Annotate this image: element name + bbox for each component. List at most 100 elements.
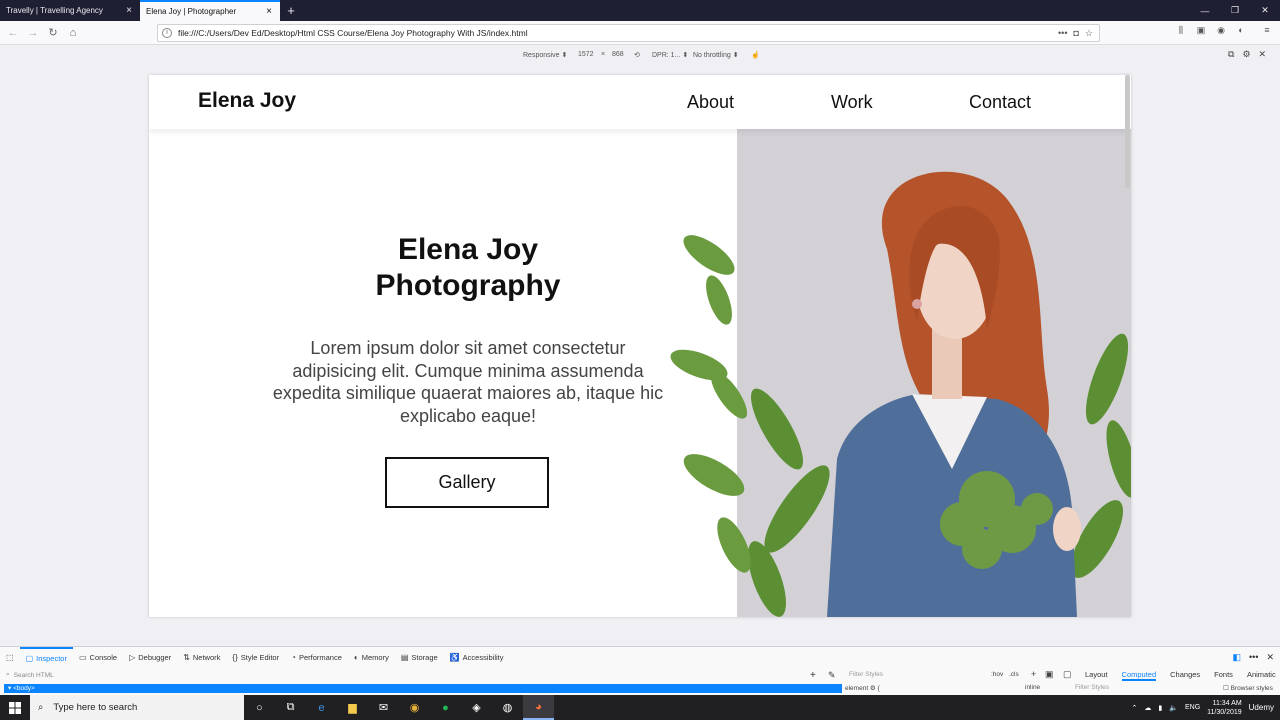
- element-brace: {: [877, 685, 880, 692]
- extension-icon[interactable]: ◐: [1234, 25, 1248, 36]
- tab-memory[interactable]: ◐ Memory: [348, 647, 395, 667]
- volume-icon[interactable]: 🔈: [1169, 704, 1178, 712]
- bookmark-star-icon[interactable]: ☆: [1085, 28, 1093, 39]
- nav-link-contact[interactable]: Contact: [969, 92, 1031, 113]
- browser-nav-bar: ← → ↻ ⌂ i file:///C:/Users/Dev Ed/Deskto…: [0, 21, 1280, 45]
- back-arrow-icon[interactable]: ←: [3, 23, 23, 43]
- viewport-width-input[interactable]: 1572: [578, 51, 594, 58]
- spotify-icon[interactable]: ●: [430, 695, 461, 720]
- tab-changes[interactable]: Changes: [1170, 670, 1200, 681]
- eyedropper-icon[interactable]: ✎: [828, 670, 836, 681]
- taskbar-clock[interactable]: 11:34 AM 11/30/2019: [1207, 699, 1242, 717]
- dock-icon[interactable]: ◧: [1232, 652, 1241, 663]
- sidebar-icon[interactable]: ▣: [1194, 25, 1208, 36]
- responsive-mode-select[interactable]: Responsive ⬍: [523, 51, 567, 59]
- add-node-plus-icon[interactable]: +: [810, 670, 816, 681]
- filter-styles-computed-input[interactable]: Filter Styles: [1075, 684, 1109, 691]
- throttling-label: No throttling: [693, 52, 731, 59]
- dimension-separator: ×: [601, 51, 606, 58]
- chrome-icon[interactable]: ◉: [399, 695, 430, 720]
- tab-label: Travelly | Travelling Agency: [6, 6, 103, 15]
- obs-icon[interactable]: ◍: [492, 695, 523, 720]
- cloud-icon[interactable]: ☁: [1144, 704, 1151, 712]
- restore-icon[interactable]: ❐: [1220, 0, 1250, 21]
- close-icon[interactable]: ×: [124, 5, 134, 16]
- page-scrollbar[interactable]: [1125, 75, 1130, 188]
- close-icon[interactable]: ×: [264, 6, 274, 17]
- search-html-input[interactable]: Search HTML: [10, 672, 54, 679]
- account-icon[interactable]: ◉: [1214, 25, 1228, 36]
- home-icon[interactable]: ⌂: [63, 23, 83, 43]
- responsive-mode-label: Responsive: [523, 52, 560, 59]
- new-tab-plus-icon[interactable]: +: [280, 0, 302, 21]
- tab-fonts[interactable]: Fonts: [1214, 670, 1233, 681]
- language-indicator[interactable]: ENG: [1185, 704, 1200, 711]
- firefox-icon[interactable]: ◕: [523, 695, 554, 720]
- menu-icon[interactable]: ≡: [1260, 25, 1274, 36]
- tab-style-editor[interactable]: {} Style Editor: [226, 647, 285, 667]
- windows-taskbar: ⌕ Type here to search ○ ⧉ e ▆ ✉ ◉ ● ◈ ◍ …: [0, 695, 1280, 720]
- tab-network[interactable]: ⇅ Network: [177, 647, 226, 667]
- tab-inspector[interactable]: ▢ Inspector: [19, 647, 73, 667]
- search-icon: ⌕: [6, 671, 10, 678]
- print-media-icon[interactable]: ▢: [1063, 669, 1072, 680]
- tab-accessibility[interactable]: ♿ Accessibility: [444, 647, 510, 667]
- site-logo[interactable]: Elena Joy: [198, 89, 296, 113]
- library-icon[interactable]: ⫼: [1174, 25, 1188, 36]
- filter-styles-input[interactable]: Filter Styles: [849, 671, 883, 678]
- url-bar[interactable]: i file:///C:/Users/Dev Ed/Desktop/Html C…: [157, 24, 1100, 42]
- tab-performance[interactable]: ◔ Performance: [285, 647, 348, 667]
- close-responsive-icon[interactable]: ✕: [1259, 49, 1267, 60]
- browser-styles-checkbox[interactable]: ☐ Browser styles: [1223, 684, 1273, 692]
- throttling-select[interactable]: No throttling ⬍: [693, 51, 739, 59]
- battery-icon[interactable]: ▮: [1158, 704, 1162, 712]
- touch-simulation-icon[interactable]: ☝: [751, 51, 760, 59]
- dpr-select[interactable]: DPR: 1... ⬍: [652, 51, 688, 59]
- viewport-height-input[interactable]: 868: [612, 51, 624, 58]
- html-tree-body-node[interactable]: ▾ <body>: [4, 684, 842, 693]
- udemy-watermark: Udemy: [1248, 703, 1274, 712]
- tab-storage[interactable]: ▤ Storage: [395, 647, 444, 667]
- close-window-icon[interactable]: ✕: [1250, 0, 1280, 21]
- cortana-icon[interactable]: ○: [244, 695, 275, 720]
- settings-gear-icon[interactable]: ⚙: [1242, 49, 1250, 60]
- screenshot-icon[interactable]: ⧉: [1228, 49, 1234, 60]
- tab-layout[interactable]: Layout: [1085, 670, 1108, 681]
- pocket-icon[interactable]: ◘: [1073, 28, 1078, 39]
- task-view-icon[interactable]: ⧉: [275, 695, 306, 720]
- tab-animations[interactable]: Animatic: [1247, 670, 1276, 681]
- browser-tab-elena-joy[interactable]: Elena Joy | Photographer ×: [140, 0, 280, 21]
- minimize-icon[interactable]: —: [1190, 0, 1220, 21]
- url-text[interactable]: file:///C:/Users/Dev Ed/Desktop/Html CSS…: [178, 28, 1058, 38]
- nav-link-work[interactable]: Work: [831, 92, 873, 113]
- edge-icon[interactable]: e: [306, 695, 337, 720]
- tab-label: Inspector: [36, 653, 67, 663]
- taskbar-search-input[interactable]: Type here to search: [53, 702, 137, 713]
- tab-computed[interactable]: Computed: [1121, 670, 1157, 681]
- nav-link-about[interactable]: About: [687, 92, 734, 113]
- add-rule-plus-icon[interactable]: +: [1031, 669, 1036, 679]
- file-explorer-icon[interactable]: ▆: [337, 695, 368, 720]
- cls-toggle[interactable]: .cls: [1009, 671, 1019, 678]
- rotate-icon[interactable]: ⟲: [634, 51, 640, 59]
- pick-element-icon[interactable]: ⬚: [0, 647, 20, 667]
- gallery-button[interactable]: Gallery: [385, 457, 549, 508]
- tray-chevron-icon[interactable]: ⌃: [1132, 704, 1138, 712]
- devtools-rules-panel: Filter Styles :hov .cls + ▣ ▢ Layout Com…: [845, 668, 1280, 695]
- browser-tab-travelly[interactable]: Travelly | Travelling Agency ×: [0, 0, 140, 21]
- mail-icon[interactable]: ✉: [368, 695, 399, 720]
- davinci-icon[interactable]: ◈: [461, 695, 492, 720]
- console-icon: ▭: [78, 652, 87, 662]
- tab-console[interactable]: ▭ Console: [73, 647, 123, 667]
- light-dark-icon[interactable]: ▣: [1045, 669, 1054, 680]
- hov-toggle[interactable]: :hov: [991, 671, 1003, 678]
- reload-icon[interactable]: ↻: [43, 23, 63, 43]
- close-devtools-icon[interactable]: ✕: [1266, 652, 1274, 663]
- windows-start-icon[interactable]: [0, 695, 30, 720]
- info-icon[interactable]: i: [162, 28, 172, 38]
- devtools-menu-icon[interactable]: •••: [1249, 652, 1258, 663]
- tab-debugger[interactable]: ▷ Debugger: [123, 647, 177, 667]
- taskbar-search[interactable]: ⌕ Type here to search: [30, 695, 244, 720]
- more-actions-icon[interactable]: •••: [1058, 28, 1067, 39]
- forward-arrow-icon[interactable]: →: [23, 23, 43, 43]
